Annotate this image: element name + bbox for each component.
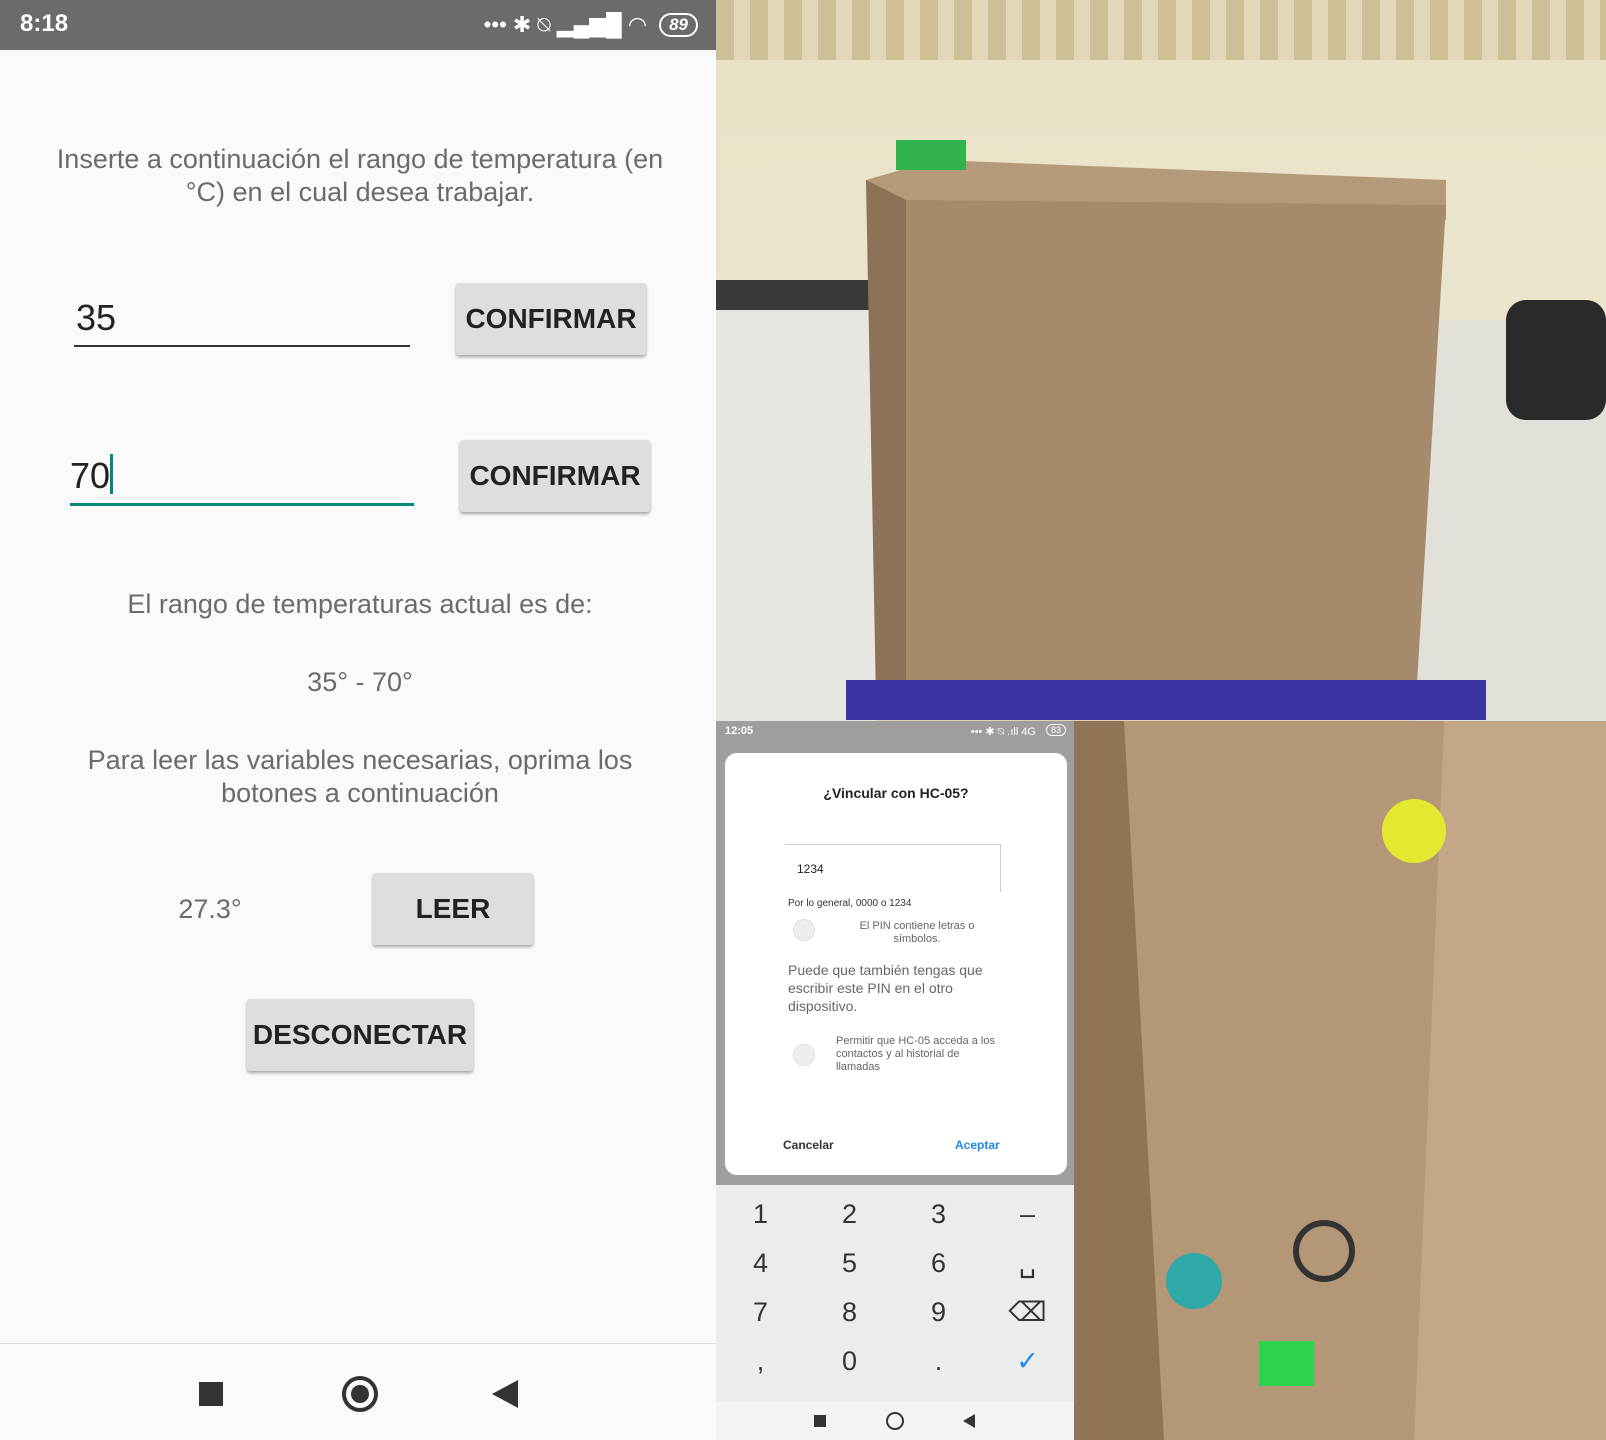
back-icon[interactable] <box>492 1380 518 1408</box>
pair-dialog-title: ¿Vincular con HC-05? <box>823 785 969 801</box>
keypad-row-3: 7 8 9 ⌫ <box>716 1297 1072 1328</box>
status-bar: 8:18 ••• ✱ ⍉ ▂▄▆█ ◠ 89 <box>0 0 716 50</box>
contacts-access-checkbox[interactable] <box>793 1044 815 1066</box>
pair-home-icon[interactable] <box>886 1412 904 1430</box>
current-range-label: El rango de temperaturas actual es de: <box>127 589 593 619</box>
keypad-row-4: , 0 . ✓ <box>716 1346 1072 1377</box>
pair-dialog: ¿Vincular con HC-05? 1234 Por lo general… <box>725 753 1067 1175</box>
read-instruction-text: Para leer las variables necesarias, opri… <box>87 745 633 808</box>
max-temperature-input[interactable]: 70 <box>70 454 114 497</box>
home-icon[interactable] <box>342 1376 378 1412</box>
min-temperature-input[interactable]: 35 <box>76 297 116 339</box>
key-9[interactable]: 9 <box>894 1297 983 1328</box>
key-minus[interactable]: – <box>983 1199 1072 1230</box>
pair-back-icon[interactable] <box>963 1414 975 1428</box>
key-backspace[interactable]: ⌫ <box>983 1297 1072 1328</box>
pair-status-time: 12:05 <box>725 725 754 737</box>
cancel-button[interactable]: Cancelar <box>783 1138 834 1152</box>
key-period[interactable]: . <box>894 1346 983 1377</box>
key-comma[interactable]: , <box>716 1346 805 1377</box>
pair-info-text: Puede que también tengas que escribir es… <box>788 962 983 1014</box>
temperature-reading: 27.3° <box>178 894 242 924</box>
instruction-text: Inserte a continuación el rango de tempe… <box>56 144 664 207</box>
pair-status-bar: 12:05 ••• ✱ ⍉ .ıll 4G 83 <box>716 721 1074 741</box>
status-time: 8:18 <box>20 10 69 37</box>
key-4[interactable]: 4 <box>716 1248 805 1279</box>
key-done[interactable]: ✓ <box>983 1346 1072 1377</box>
pin-letters-label: El PIN contiene letras o símbolos. <box>859 920 975 945</box>
curtain <box>716 0 1606 60</box>
max-input-underline <box>70 503 414 506</box>
battery-icon: 89 <box>659 13 698 37</box>
max-input-value: 70 <box>70 455 111 496</box>
text-cursor <box>110 454 114 494</box>
navigation-bar <box>0 1343 716 1440</box>
temperature-app-screen: 8:18 ••• ✱ ⍉ ▂▄▆█ ◠ 89 Inserte a continu… <box>0 0 716 1440</box>
pin-letters-checkbox[interactable] <box>793 919 815 941</box>
current-range-value: 35° - 70° <box>307 667 413 697</box>
keypad-row-1: 1 2 3 – <box>716 1199 1072 1230</box>
teal-fan-icon <box>1166 1253 1222 1309</box>
wooden-box <box>846 140 1486 720</box>
photo-wooden-box <box>716 0 1606 721</box>
pair-navigation-bar <box>716 1402 1074 1440</box>
key-6[interactable]: 6 <box>894 1248 983 1279</box>
photo-box-interior <box>1074 721 1606 1440</box>
bluetooth-pair-screen: 12:05 ••• ✱ ⍉ .ıll 4G 83 ¿Vincular con H… <box>716 721 1074 1440</box>
dark-bag <box>1506 300 1606 420</box>
key-7[interactable]: 7 <box>716 1297 805 1328</box>
read-button[interactable]: LEER <box>373 873 533 945</box>
pin-hint: Por lo general, 0000 o 1234 <box>788 898 912 909</box>
key-space[interactable]: ␣ <box>983 1248 1072 1279</box>
contacts-access-label: Permitir que HC-05 acceda a los contacto… <box>836 1035 995 1073</box>
key-1[interactable]: 1 <box>716 1199 805 1230</box>
yellow-fan-icon <box>1382 799 1446 863</box>
key-0[interactable]: 0 <box>805 1346 894 1377</box>
pair-status-icons: ••• ✱ ⍉ .ıll 4G <box>970 726 1036 738</box>
status-icon-glyphs: ••• ✱ ⍉ ▂▄▆█ ◠ <box>483 12 648 37</box>
pin-input[interactable]: 1234 <box>785 844 1001 892</box>
green-tray <box>1259 1341 1314 1386</box>
pair-recents-icon[interactable] <box>814 1415 826 1427</box>
pair-battery-icon: 83 <box>1045 724 1066 736</box>
accept-button[interactable]: Aceptar <box>955 1138 1000 1152</box>
disconnect-button[interactable]: DESCONECTAR <box>247 999 473 1071</box>
numeric-keypad: 1 2 3 – 4 5 6 ␣ 7 8 9 ⌫ , 0 . ✓ <box>716 1185 1074 1402</box>
key-5[interactable]: 5 <box>805 1248 894 1279</box>
confirm-max-button[interactable]: CONFIRMAR <box>460 440 650 512</box>
key-8[interactable]: 8 <box>805 1297 894 1328</box>
confirm-min-button[interactable]: CONFIRMAR <box>456 283 646 355</box>
key-3[interactable]: 3 <box>894 1199 983 1230</box>
status-icons: ••• ✱ ⍉ ▂▄▆█ ◠ 89 <box>484 12 698 38</box>
key-2[interactable]: 2 <box>805 1199 894 1230</box>
min-input-underline <box>74 345 410 347</box>
recents-icon[interactable] <box>199 1382 223 1406</box>
keypad-row-2: 4 5 6 ␣ <box>716 1248 1072 1279</box>
pin-value: 1234 <box>797 862 824 876</box>
interior-walls <box>1074 721 1606 1440</box>
